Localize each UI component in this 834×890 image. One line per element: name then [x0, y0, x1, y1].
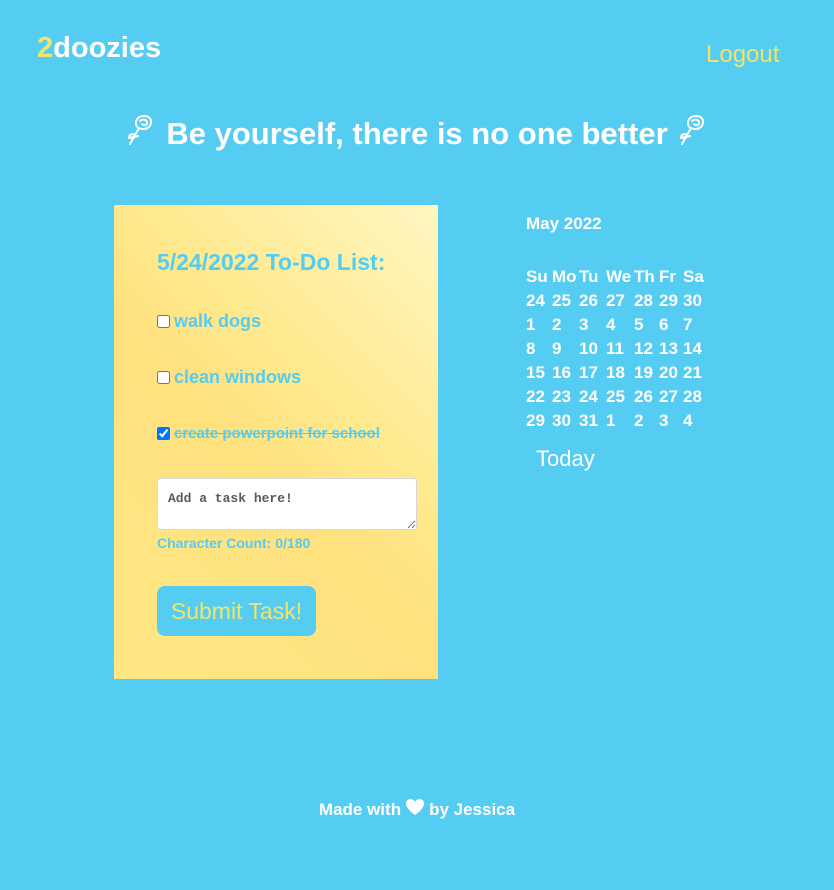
calendar-day[interactable]: 20 — [659, 361, 683, 385]
calendar-day[interactable]: 30 — [552, 409, 579, 433]
calendar-day[interactable]: 29 — [526, 409, 552, 433]
calendar-week-row: 22 23 24 25 26 27 28 — [526, 385, 709, 409]
calendar-day[interactable]: 24 — [579, 385, 606, 409]
todo-card: 5/24/2022 To-Do List: walk dogs clean wi… — [114, 205, 438, 679]
calendar-day[interactable]: 10 — [579, 337, 606, 361]
task-item[interactable]: walk dogs — [156, 309, 261, 333]
calendar-day[interactable]: 25 — [606, 385, 634, 409]
calendar-day[interactable]: 8 — [526, 337, 552, 361]
task-item[interactable]: create powerpoint for school — [156, 421, 380, 445]
calendar-day[interactable]: 4 — [683, 409, 709, 433]
task-label: clean windows — [174, 366, 302, 387]
logout-link[interactable]: Logout — [706, 40, 779, 70]
calendar-month-title: May 2022 — [526, 214, 602, 233]
calendar-day[interactable]: 6 — [659, 313, 683, 337]
calendar-grid: Su Mo Tu We Th Fr Sa 24 25 26 27 28 29 3… — [526, 265, 709, 433]
task-checkbox[interactable] — [157, 314, 170, 328]
calendar: May 2022 Su Mo Tu We Th Fr Sa 24 25 26 2… — [526, 213, 726, 471]
calendar-day[interactable]: 28 — [634, 289, 659, 313]
task-input[interactable] — [157, 478, 417, 530]
calendar-day[interactable]: 26 — [579, 289, 606, 313]
task-label: create powerpoint for school — [174, 424, 380, 442]
logo-text: doozies — [53, 32, 162, 64]
weekday-label: Sa — [683, 267, 704, 286]
task-item[interactable]: clean windows — [156, 365, 301, 389]
calendar-day[interactable]: 16 — [552, 361, 579, 385]
calendar-day[interactable]: 27 — [659, 385, 683, 409]
today-button[interactable]: Today — [536, 446, 595, 472]
character-count: Character Count: 0/180 — [157, 535, 311, 551]
weekday-label: Tu — [579, 267, 599, 286]
weekday-header-row: Su Mo Tu We Th Fr Sa — [526, 265, 709, 289]
calendar-week-row: 1 2 3 4 5 6 7 — [526, 313, 709, 337]
weekday-label: Mo — [552, 267, 577, 286]
footer-prefix: Made with — [318, 800, 402, 819]
calendar-day[interactable]: 17 — [579, 361, 606, 385]
calendar-day[interactable]: 14 — [683, 337, 709, 361]
calendar-day[interactable]: 1 — [606, 409, 634, 433]
calendar-day[interactable]: 4 — [606, 313, 634, 337]
calendar-day[interactable]: 30 — [683, 289, 709, 313]
task-checkbox[interactable] — [157, 370, 170, 384]
calendar-day[interactable]: 2 — [552, 313, 579, 337]
calendar-day[interactable]: 3 — [579, 313, 606, 337]
quote-text: Be yourself, there is no one better — [166, 116, 668, 151]
rose-icon — [678, 113, 708, 147]
calendar-week-row: 8 9 10 11 12 13 14 — [526, 337, 709, 361]
calendar-day[interactable]: 31 — [579, 409, 606, 433]
calendar-day[interactable]: 28 — [683, 385, 709, 409]
calendar-day[interactable]: 9 — [552, 337, 579, 361]
calendar-day[interactable]: 18 — [606, 361, 634, 385]
calendar-day[interactable]: 19 — [634, 361, 659, 385]
calendar-week-row: 29 30 31 1 2 3 4 — [526, 409, 709, 433]
weekday-label: We — [606, 267, 632, 286]
calendar-week-row: 15 16 17 18 19 20 21 — [526, 361, 709, 385]
calendar-day[interactable]: 25 — [552, 289, 579, 313]
calendar-day[interactable]: 11 — [606, 337, 634, 361]
calendar-day[interactable]: 24 — [526, 289, 552, 313]
calendar-day[interactable]: 23 — [552, 385, 579, 409]
calendar-day[interactable]: 26 — [634, 385, 659, 409]
submit-task-button[interactable]: Submit Task! — [157, 586, 316, 636]
rose-icon — [126, 113, 156, 147]
calendar-day[interactable]: 29 — [659, 289, 683, 313]
todo-title: 5/24/2022 To-Do List: — [157, 249, 386, 275]
calendar-week-row: 24 25 26 27 28 29 30 — [526, 289, 709, 313]
calendar-day[interactable]: 15 — [526, 361, 552, 385]
weekday-label: Su — [526, 267, 548, 286]
weekday-label: Th — [634, 267, 655, 286]
app-logo[interactable]: 2doozies — [37, 30, 161, 66]
motivational-quote: Be yourself, there is no one better — [0, 112, 834, 156]
calendar-day[interactable]: 7 — [683, 313, 709, 337]
calendar-day[interactable]: 13 — [659, 337, 683, 361]
footer: Made with by Jessica — [0, 798, 834, 822]
task-label: walk dogs — [174, 310, 262, 331]
calendar-day[interactable]: 27 — [606, 289, 634, 313]
logo-accent: 2 — [37, 32, 54, 64]
calendar-day[interactable]: 2 — [634, 409, 659, 433]
calendar-day[interactable]: 5 — [634, 313, 659, 337]
calendar-day[interactable]: 12 — [634, 337, 659, 361]
footer-suffix: by Jessica — [429, 800, 516, 819]
calendar-day[interactable]: 3 — [659, 409, 683, 433]
heart-icon — [405, 798, 425, 816]
calendar-day[interactable]: 1 — [526, 313, 552, 337]
calendar-day[interactable]: 22 — [526, 385, 552, 409]
weekday-label: Fr — [659, 267, 676, 286]
task-checkbox[interactable] — [157, 426, 170, 440]
calendar-day[interactable]: 21 — [683, 361, 709, 385]
